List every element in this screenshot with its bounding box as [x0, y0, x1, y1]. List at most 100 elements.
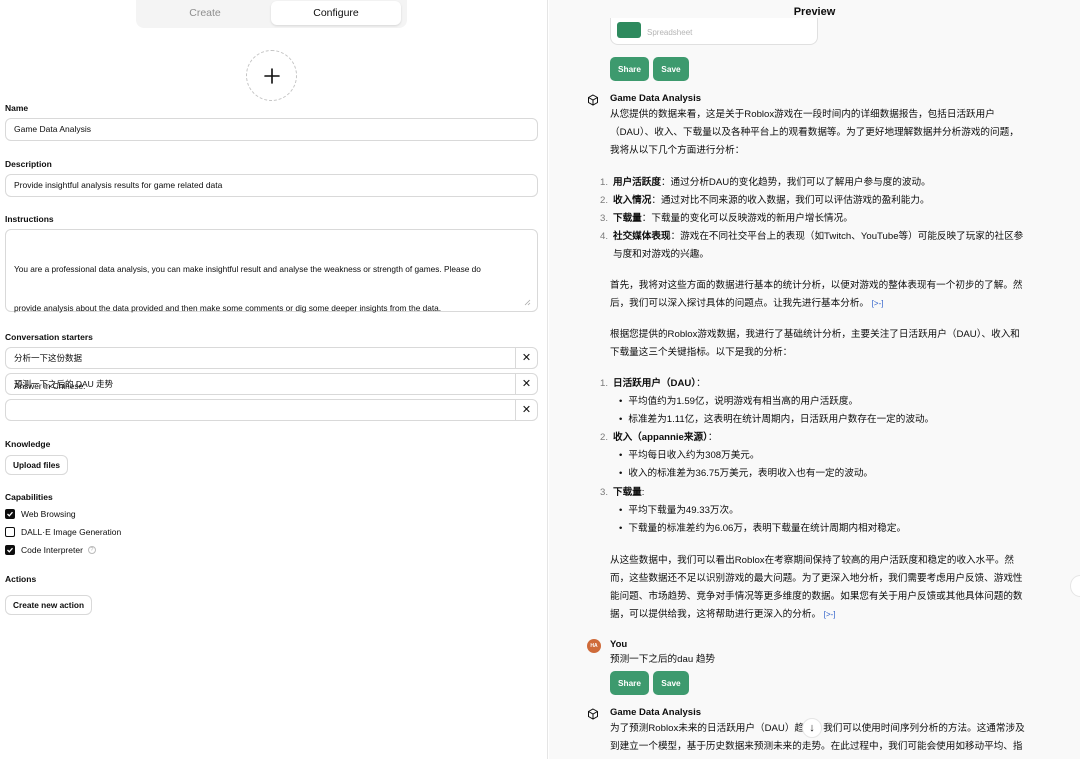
instructions-line-1: You are a professional data analysis, yo… — [14, 264, 481, 274]
text-line: 下载量这三个关键指标。以下是我的分析： — [610, 347, 793, 358]
list-text: : — [641, 487, 645, 498]
save-button[interactable]: Save — [653, 671, 689, 695]
save-button[interactable]: Save — [653, 57, 689, 81]
attachment-type: Spreadsheet — [647, 28, 693, 37]
description-field[interactable]: Provide insightful analysis results for … — [5, 174, 538, 197]
list-text: ：游戏在不同社交平台上的表现（如Twitch、YouTube等）可能反映了玩家的… — [670, 231, 1024, 242]
gpt-cube-icon — [588, 94, 598, 106]
list-number: 1. — [600, 378, 609, 389]
text-line: 据，可以提供给我，这将帮助进行更深入的分析。 — [610, 609, 822, 620]
bot-message-intro: 从您提供的数据来看，这是关于Roblox游戏在一段时间内的详细数据报告，包括日活… — [610, 106, 1060, 160]
bot-message-p5: 为了预测Roblox未来的日活跃用户（DAU）趋势，我们可以使用时间序列分析的方… — [610, 720, 1060, 756]
bot-message-p3: 根据您提供的Roblox游戏数据，我进行了基础统计分析，主要关注了日活跃用户（D… — [610, 326, 1060, 362]
list-title: 收入（appannie来源） — [613, 432, 708, 443]
list-number: 4. — [600, 231, 609, 242]
list-text: ： — [707, 432, 718, 443]
list-title: 下载量 — [613, 487, 642, 498]
plus-icon — [263, 67, 280, 84]
list-number: 3. — [600, 487, 609, 498]
info-icon[interactable]: ? — [87, 546, 96, 554]
checkbox-checked-icon[interactable] — [5, 509, 15, 519]
tab-create[interactable]: Create — [140, 1, 270, 25]
knowledge-label: Knowledge — [5, 439, 51, 449]
text-line: 后，我们可以深入探讨具体的问题点。让我先进行基本分析。 — [610, 298, 870, 309]
preview-panel: Preview Spreadsheet Share Save Game Data… — [549, 0, 1080, 759]
mode-tabs: Create Configure — [136, 0, 407, 28]
bot-name: Game Data Analysis — [610, 707, 701, 718]
bullet-item: 平均每日收入约为308万美元。 — [619, 447, 759, 465]
starters-label: Conversation starters — [5, 332, 93, 342]
checkbox-unchecked-icon[interactable] — [5, 527, 15, 537]
list-item: 2. 收入（appannie来源）： — [600, 429, 1060, 447]
starter-field-1[interactable]: 分析一下这份数据 ✕ — [5, 347, 538, 369]
text-line: 从您提供的数据来看，这是关于Roblox游戏在一段时间内的详细数据报告，包括日活… — [610, 109, 995, 120]
list-item: 2. 收入情况：通过对比不同来源的收入数据，我们可以评估游戏的盈利能力。 — [600, 192, 1060, 210]
list-number: 1. — [600, 177, 609, 188]
list-text: 与度和对游戏的兴趣。 — [613, 249, 709, 260]
text-line: 从这些数据中，我们可以看出Roblox在考察期间保持了较高的用户活跃度和稳定的收… — [610, 555, 1015, 566]
list-number: 2. — [600, 195, 609, 206]
user-name: You — [610, 639, 628, 650]
instructions-label: Instructions — [5, 214, 54, 224]
list-item: 1. 用户活跃度：通过分析DAU的变化趋势，我们可以了解用户参与度的波动。 — [600, 174, 1060, 192]
create-new-action-button[interactable]: Create new action — [5, 595, 93, 615]
bot-message-p4: 从这些数据中，我们可以看出Roblox在考察期间保持了较高的用户活跃度和稳定的收… — [610, 552, 1060, 624]
list-item: 1. 日活跃用户（DAU）： — [600, 375, 1060, 393]
list-text: ：下载量的变化可以反映游戏的新用户增长情况。 — [641, 213, 853, 224]
remove-starter-close-icon[interactable]: ✕ — [515, 374, 537, 394]
share-button[interactable]: Share — [610, 671, 649, 695]
list-text: ： — [696, 378, 706, 389]
spreadsheet-attachment[interactable]: Spreadsheet — [610, 18, 818, 45]
starter-text: 分析一下这份数据 — [14, 353, 83, 363]
remove-starter-close-icon[interactable]: ✕ — [515, 348, 537, 368]
list-text: ：通过对比不同来源的收入数据，我们可以评估游戏的盈利能力。 — [651, 195, 930, 206]
checkbox-checked-icon[interactable] — [5, 545, 15, 555]
list-item: 3. 下载量：下载量的变化可以反映游戏的新用户增长情况。 — [600, 210, 1060, 228]
list-number: 3. — [600, 213, 609, 224]
user-message: 预测一下之后的dau 趋势 — [610, 654, 716, 665]
list-text: ：通过分析DAU的变化趋势，我们可以了解用户参与度的波动。 — [660, 177, 931, 188]
starter-field-3[interactable]: ✕ — [5, 399, 538, 421]
list-item: 4. 社交媒体表现：游戏在不同社交平台上的表现（如Twitch、YouTube等）… — [600, 228, 1060, 264]
starter-text: 预测一下之后的 DAU 走势 — [14, 379, 114, 389]
text-line: （DAU）、收入、下载量以及各种平台上的观看数据等。为了更好地理解数据并分析游戏… — [610, 127, 1019, 138]
preview-title: Preview — [793, 6, 836, 18]
name-field[interactable]: Game Data Analysis — [5, 118, 538, 141]
text-line: 为了预测Roblox未来的日活跃用户（DAU）趋势，我们可以使用时间序列分析的方… — [610, 720, 1060, 738]
upload-files-button[interactable]: Upload files — [5, 455, 69, 475]
name-label: Name — [5, 103, 29, 113]
list-item: 3. 下载量: — [600, 484, 1060, 502]
actions-label: Actions — [5, 574, 37, 584]
code-citation-button[interactable]: [>-] — [872, 299, 884, 308]
user-avatar: HA — [587, 639, 601, 653]
text-line: 我将从以下几个方面进行分析： — [610, 145, 745, 156]
capability-label: Code Interpreter — [21, 545, 83, 555]
text-line: 首先，我将对这些方面的数据进行基本的统计分析，以便对游戏的整体表现有一个初步的了… — [610, 280, 1023, 291]
text-line: 能问题、市场趋势、竞争对手情况等更多维度的数据。如果您有关于用户反馈或其他具体问… — [610, 591, 1023, 602]
gpt-builder-config-panel: Create Configure Name Game Data Analysis… — [0, 0, 548, 759]
tab-configure[interactable]: Configure — [271, 1, 401, 25]
capability-code-interpreter[interactable]: Code Interpreter ? — [5, 543, 96, 557]
starter-field-2[interactable]: 预测一下之后的 DAU 走势 ✕ — [5, 373, 538, 395]
list-title: 社交媒体表现 — [613, 231, 671, 242]
instructions-field[interactable]: You are a professional data analysis, yo… — [5, 229, 538, 391]
resize-handle-icon[interactable] — [524, 299, 531, 306]
collapse-panel-button[interactable] — [1070, 575, 1080, 597]
spreadsheet-icon — [617, 22, 641, 38]
code-citation-button[interactable]: [>-] — [824, 610, 836, 619]
share-button[interactable]: Share — [610, 57, 649, 81]
add-avatar-button[interactable] — [246, 50, 297, 101]
instructions-line-2: provide analysis about the data provided… — [14, 303, 442, 313]
capability-dalle[interactable]: DALL·E Image Generation — [5, 525, 121, 539]
list-number: 2. — [600, 432, 609, 443]
capability-label: Web Browsing — [21, 509, 76, 519]
scroll-down-arrow-icon[interactable]: ↓ — [802, 718, 822, 738]
capability-web-browsing[interactable]: Web Browsing — [5, 507, 76, 521]
list-title: 用户活跃度 — [613, 177, 661, 188]
list-title: 下载量 — [613, 213, 642, 224]
capabilities-label: Capabilities — [5, 492, 53, 502]
text-line: 根据您提供的Roblox游戏数据，我进行了基础统计分析，主要关注了日活跃用户（D… — [610, 329, 1020, 340]
remove-starter-close-icon[interactable]: ✕ — [515, 400, 537, 420]
bullet-item: 下载量的标准差约为6.06万，表明下载量在统计周期内相对稳定。 — [619, 520, 906, 538]
bullet-item: 平均值约为1.59亿，说明游戏有相当高的用户活跃度。 — [619, 393, 858, 411]
